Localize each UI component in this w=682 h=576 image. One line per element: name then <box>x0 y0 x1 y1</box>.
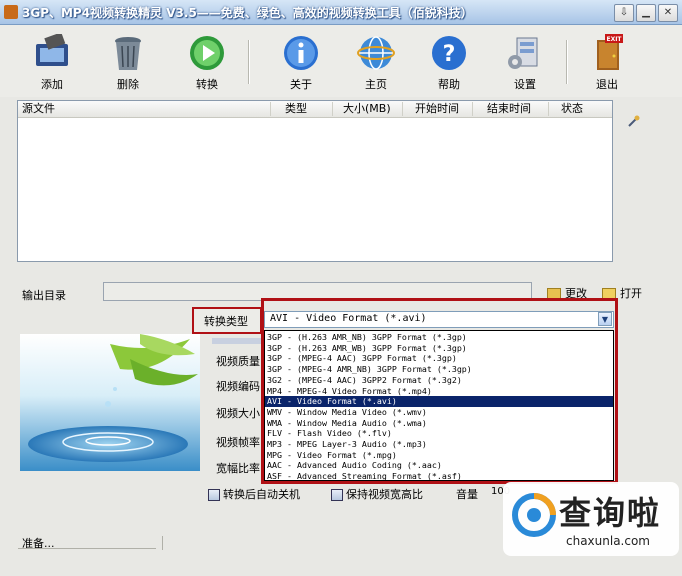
exit-door-icon: EXIT <box>587 34 627 72</box>
aspect-ratio-label: 宽幅比率 <box>216 462 260 475</box>
video-codec-label: 视频编码 <box>216 380 260 393</box>
close-button[interactable]: ✕ <box>658 4 678 22</box>
file-table[interactable]: 源文件 类型 大小(MB) 开始时间 结束时间 状态 <box>17 100 613 262</box>
exit-button[interactable]: EXIT 退出 <box>580 34 634 92</box>
volume-label: 音量 <box>456 488 478 501</box>
tool-icon[interactable] <box>628 115 640 127</box>
toolbar-divider <box>566 40 568 84</box>
checkbox-box <box>208 489 220 501</box>
film-add-icon <box>32 34 72 72</box>
status-divider <box>18 548 156 549</box>
column-header-status[interactable]: 状态 <box>549 102 612 116</box>
watermark-url: chaxunla.com <box>566 534 650 548</box>
convert-button[interactable]: 转换 <box>180 34 234 92</box>
about-button[interactable]: 关于 <box>274 34 328 92</box>
column-header-end-time[interactable]: 结束时间 <box>473 102 549 116</box>
home-button[interactable]: 主页 <box>349 34 403 92</box>
add-button[interactable]: 添加 <box>25 34 79 92</box>
column-header-start-time[interactable]: 开始时间 <box>403 102 473 116</box>
minimize-button[interactable]: ▁ <box>636 4 656 22</box>
help-button[interactable]: ? 帮助 <box>422 34 476 92</box>
delete-button[interactable]: 删除 <box>101 34 155 92</box>
conversion-type-label: 转换类型 <box>204 315 248 328</box>
svg-text:EXIT: EXIT <box>606 36 622 43</box>
app-icon <box>4 5 18 19</box>
globe-icon <box>356 34 396 72</box>
keep-aspect-checkbox[interactable]: 保持视频宽高比 <box>331 486 423 502</box>
svg-text:?: ? <box>443 42 456 67</box>
video-quality-label: 视频质量 <box>216 355 260 368</box>
column-header-type[interactable]: 类型 <box>271 102 333 116</box>
trash-can-icon <box>108 34 148 72</box>
decorative-water-image <box>20 334 200 471</box>
column-header-source[interactable]: 源文件 <box>18 102 271 116</box>
output-dir-label: 输出目录 <box>22 289 66 302</box>
info-icon <box>281 34 321 72</box>
watermark-logo-icon <box>512 493 556 537</box>
toolbar-divider <box>248 40 250 84</box>
help-icon: ? <box>429 34 469 72</box>
settings-button[interactable]: 设置 <box>498 34 552 92</box>
dropdown-highlight-frame <box>261 298 618 484</box>
status-divider <box>162 536 163 550</box>
auto-shutdown-checkbox[interactable]: 转换后自动关机 <box>208 486 300 502</box>
file-table-header: 源文件 类型 大小(MB) 开始时间 结束时间 状态 <box>18 101 612 118</box>
window-title: 3GP、MP4视频转换精灵 V3.5——免费、绿色、高效的视频转换工具（佰锐科技… <box>22 6 473 20</box>
video-size-label: 视频大小 <box>216 407 260 420</box>
video-fps-label: 视频帧率 <box>216 436 260 449</box>
checkbox-box <box>331 489 343 501</box>
settings-tab[interactable] <box>212 338 262 344</box>
column-header-size[interactable]: 大小(MB) <box>333 102 403 116</box>
watermark-name: 查询啦 <box>559 494 662 532</box>
download-icon[interactable]: ⇩ <box>614 4 634 22</box>
settings-icon <box>505 34 545 72</box>
play-icon <box>187 34 227 72</box>
